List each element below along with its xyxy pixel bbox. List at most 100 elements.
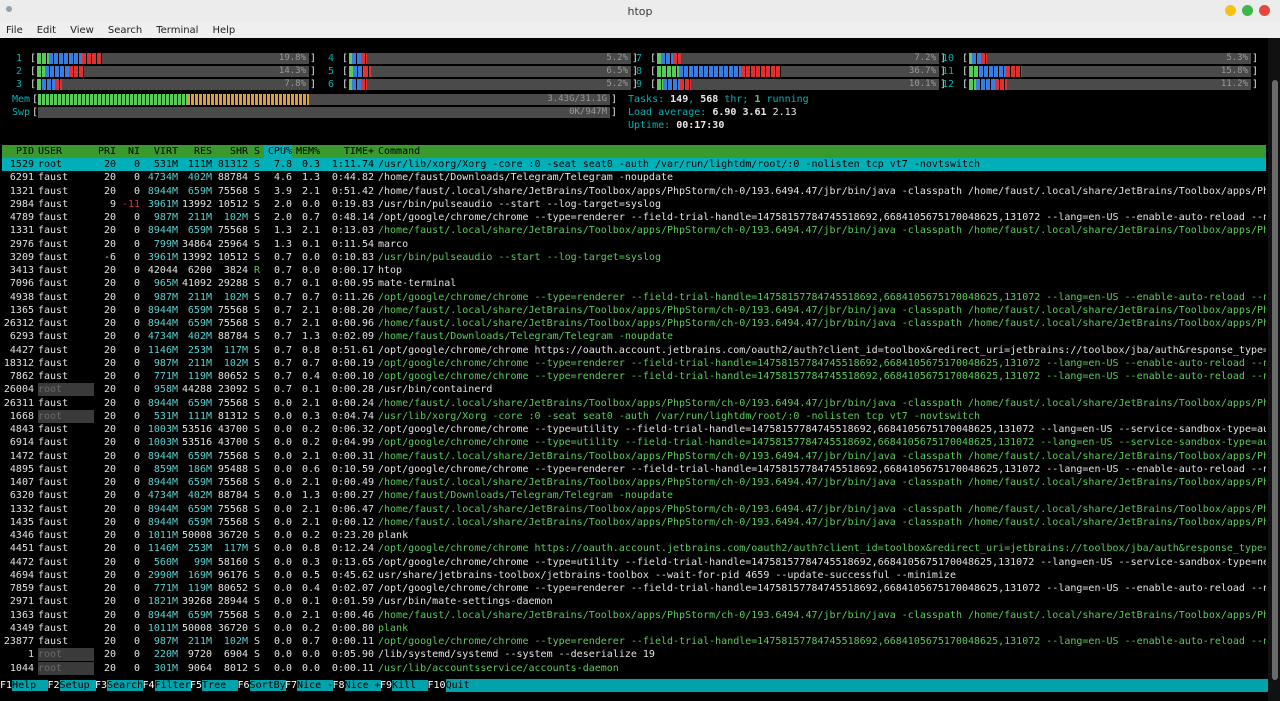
col-user[interactable]: USER: [38, 145, 94, 158]
process-row[interactable]: 4349 faust 20 0 1011M 50008 36720 S 0.0 0.2 0:00.8…: [2, 622, 1266, 635]
process-row[interactable]: 4789 faust 20 0 987M 211M 102M S 2.0 0.7 0:48.14/o…: [2, 211, 1266, 224]
process-row[interactable]: 4843 faust 20 0 1003M 53516 43700 S 0.0 0.2 0:06.3…: [2, 423, 1266, 436]
maximize-button[interactable]: [1242, 5, 1253, 16]
minimize-button[interactable]: [1225, 5, 1236, 16]
col-virt[interactable]: VIRT: [144, 145, 178, 158]
process-pid: 23877: [3, 636, 34, 647]
col-command[interactable]: Command: [378, 145, 1266, 158]
process-s: S: [254, 477, 261, 488]
process-row[interactable]: 1331 faust 20 0 8944M 659M 75568 S 1.3 2.1 0:13.03…: [2, 224, 1266, 237]
fkey-f9[interactable]: F9Kill: [380, 679, 429, 692]
process-row[interactable]: 1044 root 20 0 301M 9064 8012 S 0.0 0.0 0:00.11/us…: [2, 661, 1266, 675]
process-time: 0:00.11: [331, 636, 374, 647]
cpu-meter-track: 15.8%: [969, 66, 1251, 77]
process-row[interactable]: 6914 faust 20 0 1003M 53516 43700 S 0.0 0.2 0:04.9…: [2, 436, 1266, 449]
col-pid[interactable]: PID: [2, 145, 34, 158]
fkey-f2[interactable]: F2Setup: [48, 679, 96, 692]
process-row[interactable]: 18312 faust 20 0 987M 211M 102M S 0.7 0.7 0:00.19 /…: [2, 357, 1266, 370]
close-button[interactable]: [1259, 5, 1270, 16]
process-mem: 0.7: [301, 291, 320, 303]
window-menu-icon[interactable]: [6, 6, 12, 12]
process-row[interactable]: 6291 faust 20 0 4734M 402M 88784 S 4.6 1.3 0:44.82…: [2, 171, 1266, 184]
process-ni: 0: [133, 503, 140, 515]
process-row[interactable]: 4427 faust 20 0 1146M 253M 117M S 0.7 0.8 0:51.61 /…: [2, 344, 1266, 357]
col-ni[interactable]: NI: [120, 145, 140, 158]
process-s: S: [254, 410, 261, 422]
process-row[interactable]: 1365 faust 20 0 8944M 659M 75568 S 0.7 2.1 0:08.20…: [2, 304, 1266, 317]
scrollbar[interactable]: [1268, 38, 1280, 701]
process-row[interactable]: 26311 faust 20 0 8944M 659M 75568 S 0.0 2.1 0:00.2…: [2, 397, 1266, 410]
fkey-f10[interactable]: F10Quit: [428, 679, 1268, 692]
fkey-f7[interactable]: F7Nice -: [285, 679, 334, 692]
process-row[interactable]: 4694 faust 20 0 2990M 169M 96176 S 0.0 0.5 0:45.62…: [2, 569, 1266, 582]
process-row[interactable]: 7859 faust 20 0 771M 119M 80652 S 0.0 0.4 0:02.07 /…: [2, 582, 1266, 595]
process-user: faust: [38, 424, 69, 435]
process-ni: 0: [133, 543, 140, 555]
menu-search[interactable]: Search: [108, 25, 142, 36]
process-row[interactable]: 1 root 20 0 220M 9720 6904 S 0.0 0.0 0:05.90/lib/s…: [2, 648, 1266, 662]
uptime-line: Uptime: 00:17:30: [628, 120, 725, 131]
process-row[interactable]: 7862 faust 20 0 771M 119M 80652 S 0.7 0.4 0:00.10 /…: [2, 370, 1266, 383]
menu-help[interactable]: Help: [212, 25, 235, 36]
col-cpu[interactable]: CPU%: [264, 145, 292, 158]
process-row[interactable]: 4938 faust 20 0 987M 211M 102M S 0.7 0.7 0:11.26/o…: [2, 291, 1266, 304]
col-mem[interactable]: MEM%: [296, 145, 320, 158]
process-row[interactable]: 3209 faust -6 0 3961M 13992 10512 S 0.7 0.0 0:10.8…: [2, 251, 1266, 264]
fkey-f4[interactable]: F4Filter: [143, 679, 191, 692]
process-user: faust: [38, 397, 69, 409]
process-row[interactable]: 7096 faust 20 0 965M 41092 29288 S 0.7 0.1 0:00.95…: [2, 277, 1266, 290]
cpu-meter-track: 5.2%: [349, 53, 631, 64]
process-s: S: [254, 172, 261, 184]
htop-screen[interactable]: 1 [19.8%] 2 [14.3%] 3 [7.8%] 4 [5.2%] 5 [6.5%] 6 [5…: [0, 38, 1268, 701]
cpu-number: 11: [941, 66, 954, 77]
process-row[interactable]: 1363 faust 20 0 8944M 659M 75568 S 0.0 2.1 0:00.46…: [2, 609, 1266, 622]
process-row[interactable]: 4451 faust 20 0 1146M 253M 117M S 0.0 0.8 0:12.24 /…: [2, 542, 1266, 555]
process-s: S: [254, 450, 261, 462]
process-row[interactable]: 3413 faust 20 0 42044 6200 3824 R 0.7 0.0 0:00.17 h…: [2, 264, 1266, 277]
process-row[interactable]: 26004 root 20 0 958M 44288 23092 S 0.7 0.1 0:00.28…: [2, 383, 1266, 397]
menu-view[interactable]: View: [70, 25, 94, 36]
col-res[interactable]: RES: [182, 145, 212, 158]
process-row[interactable]: 1529 root 20 0 531M 111M 81312 S 7.8 0.3 1:11.74/u…: [2, 158, 1266, 171]
process-s: S: [254, 304, 261, 316]
process-row[interactable]: 1321 faust 20 0 8944M 659M 75568 S 3.9 2.1 0:51.42…: [2, 185, 1266, 198]
process-row[interactable]: 4472 faust 20 0 560M 99M 58160 S 0.0 0.3 0:13.65/o…: [2, 556, 1266, 569]
process-mem: 0.1: [301, 384, 320, 396]
menu-terminal[interactable]: Terminal: [156, 25, 198, 36]
process-cmd: usr/share/jetbrains-toolbox/jetbrains-to…: [378, 569, 956, 581]
process-row[interactable]: 2971 faust 20 0 1821M 39268 28944 S 0.0 0.1 0:01.5…: [2, 595, 1266, 608]
process-row[interactable]: 1435 faust 20 0 8944M 659M 75568 S 0.0 2.1 0:00.12…: [2, 516, 1266, 529]
fkey-f5[interactable]: F5Tree: [190, 679, 239, 692]
process-row[interactable]: 2984 faust 9 -11 3961M 13992 10512 S 2.0 0.0 0:19.…: [2, 198, 1266, 211]
col-pri[interactable]: PRI: [94, 145, 116, 158]
process-cpu: 1.3: [273, 238, 292, 250]
process-pid: 1365: [9, 304, 34, 316]
process-row[interactable]: 1407 faust 20 0 8944M 659M 75568 S 0.0 2.1 0:00.49…: [2, 476, 1266, 489]
fkey-f3[interactable]: F3Search: [95, 679, 144, 692]
process-shr: 117M: [223, 344, 248, 356]
menu-edit[interactable]: Edit: [37, 25, 56, 36]
process-row[interactable]: 1668 root 20 0 531M 111M 81312 S 0.0 0.3 0:04.74/u…: [2, 409, 1266, 423]
col-state[interactable]: S: [254, 145, 262, 158]
process-pid: 18312: [3, 357, 34, 369]
process-row[interactable]: 4346 faust 20 0 1011M 50008 36720 S 0.0 0.2 0:23.2…: [2, 529, 1266, 542]
process-row[interactable]: 2976 faust 20 0 799M 34864 25964 S 1.3 0.1 0:11.54…: [2, 238, 1266, 251]
fkey-f6[interactable]: F6SortBy: [238, 679, 286, 692]
process-row[interactable]: 4895 faust 20 0 859M 186M 95488 S 0.0 0.6 0:10.59 /…: [2, 463, 1266, 476]
process-row[interactable]: 6293 faust 20 0 4734M 402M 88784 S 0.7 1.3 0:02.09…: [2, 330, 1266, 343]
process-row[interactable]: 26312 faust 20 0 8944M 659M 75568 S 0.7 2.1 0:00.9…: [2, 317, 1266, 330]
process-row[interactable]: 1332 faust 20 0 8944M 659M 75568 S 0.0 2.1 0:06.47…: [2, 503, 1266, 516]
menu-file[interactable]: File: [6, 25, 23, 36]
col-shr[interactable]: SHR: [214, 145, 248, 158]
process-cmd: plank: [378, 530, 409, 541]
scrollbar-thumb[interactable]: [1272, 80, 1278, 680]
process-virt: 1146M: [147, 543, 178, 555]
process-row[interactable]: 6320 faust 20 0 4734M 402M 88784 S 0.0 1.3 0:00.27…: [2, 489, 1266, 502]
process-pri: 20: [103, 463, 116, 475]
col-time[interactable]: TIME+: [322, 145, 374, 158]
fkey-f1[interactable]: F1Help: [0, 679, 49, 692]
process-row[interactable]: 23877 faust 20 0 987M 211M 102M S 0.0 0.7 0:00.11 /…: [2, 635, 1266, 648]
fkey-f8[interactable]: F8Nice +: [333, 679, 381, 692]
process-s: S: [254, 238, 261, 250]
process-row[interactable]: 1472 faust 20 0 8944M 659M 75568 S 0.0 2.1 0:00.31…: [2, 450, 1266, 463]
